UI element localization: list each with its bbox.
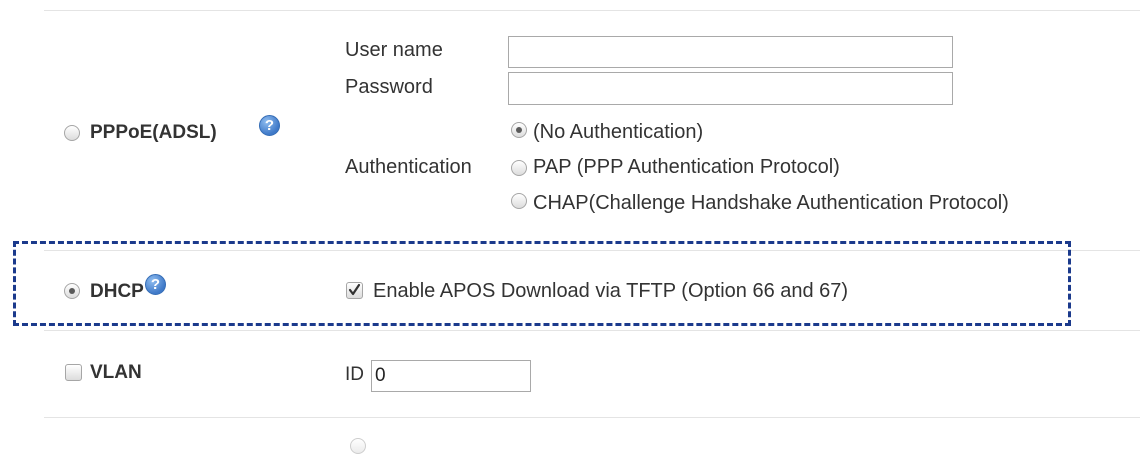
next-option-radio[interactable] — [350, 438, 366, 454]
auth-chap-radio[interactable] — [511, 193, 527, 209]
pppoe-label: PPPoE(ADSL) — [90, 122, 217, 143]
auth-pap-radio[interactable] — [511, 160, 527, 176]
auth-none-radio[interactable] — [511, 122, 527, 138]
username-input[interactable] — [508, 36, 953, 68]
auth-none-label: (No Authentication) — [533, 121, 704, 143]
vlan-id-input[interactable] — [371, 360, 531, 392]
tftp-label: Enable APOS Download via TFTP (Option 66… — [373, 280, 849, 302]
authentication-label: Authentication — [345, 156, 472, 178]
tftp-checkbox[interactable] — [346, 282, 363, 299]
vlan-id-label: ID — [345, 364, 364, 385]
pppoe-radio[interactable] — [64, 125, 80, 141]
row-separator — [44, 250, 1140, 251]
password-label: Password — [345, 76, 433, 98]
vlan-label: VLAN — [90, 362, 142, 383]
username-label: User name — [345, 39, 443, 61]
dhcp-radio[interactable] — [64, 283, 80, 299]
auth-chap-label: CHAP(Challenge Handshake Authentication … — [533, 192, 1009, 214]
wan-settings-page: { "pppoe": { "label": "PPPoE(ADSL)", "he… — [0, 0, 1140, 454]
vlan-checkbox[interactable] — [65, 364, 82, 381]
question-circle-icon[interactable]: ? — [145, 274, 166, 295]
row-separator — [44, 417, 1140, 418]
row-separator — [44, 330, 1140, 331]
auth-pap-label: PAP (PPP Authentication Protocol) — [533, 156, 840, 178]
checkmark-icon — [348, 283, 361, 296]
row-separator — [44, 10, 1140, 11]
question-circle-icon[interactable]: ? — [259, 115, 280, 136]
dhcp-label: DHCP — [90, 281, 144, 302]
password-input[interactable] — [508, 72, 953, 105]
